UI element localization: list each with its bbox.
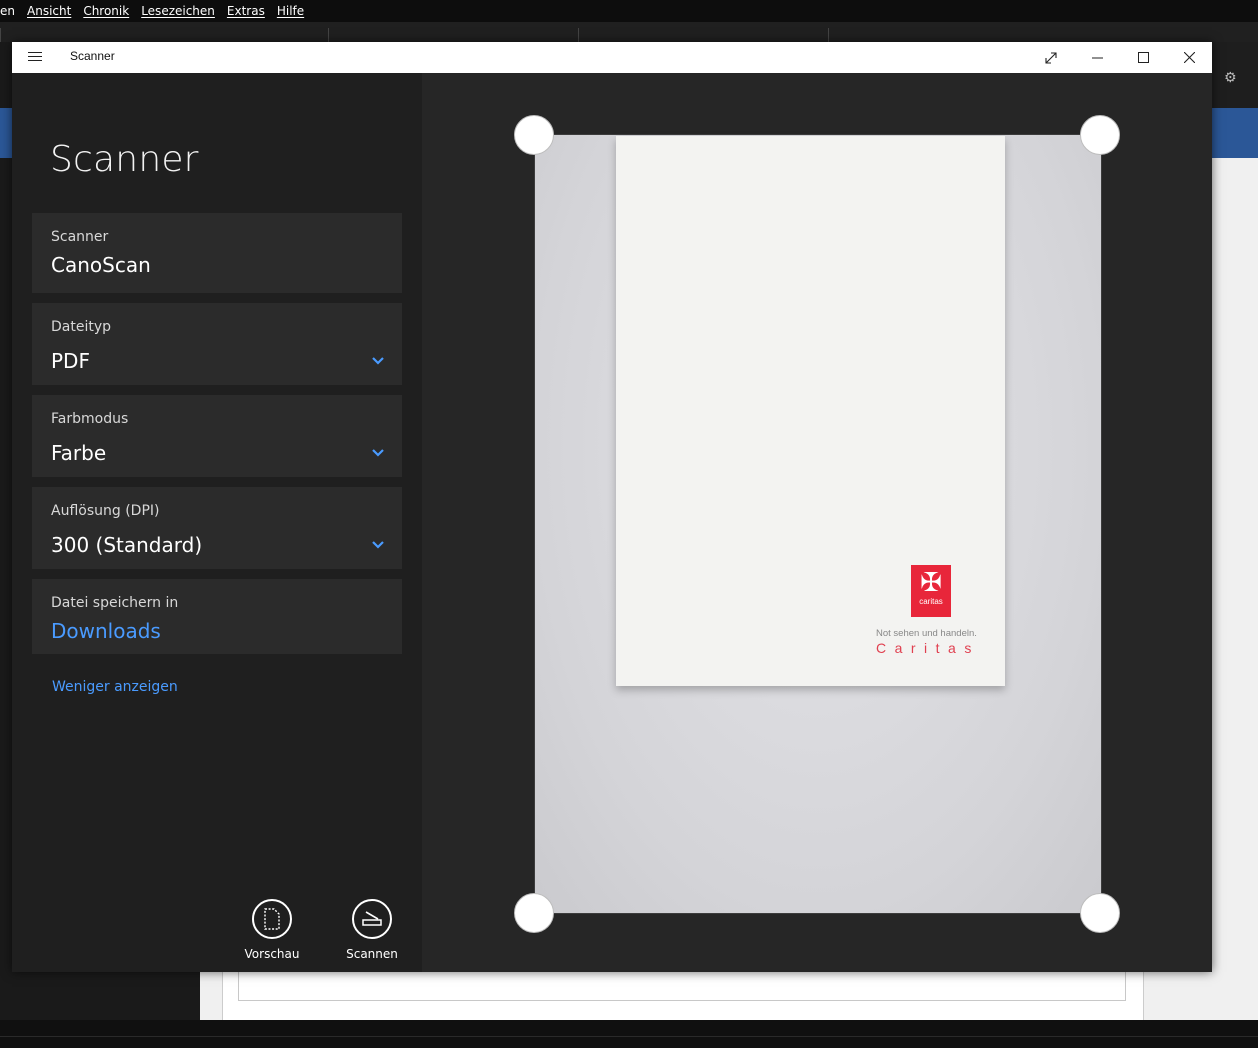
scanner-window: Scanner Scanner Scanner CanoScan Dateity… [12,42,1212,972]
resolution-value: 300 (Standard) [51,533,203,557]
caritas-logo: ✠ caritas [911,565,951,617]
resolution-label: Auflösung (DPI) [51,503,160,519]
browser-tab[interactable] [0,28,1,42]
scanner-label: Scanner [51,229,109,245]
scanned-document: ✠ caritas Not sehen und handeln. Caritas [616,136,1005,686]
document-tagline: Not sehen und handeln. [876,628,977,639]
scanner-selector[interactable]: Scanner CanoScan [32,213,402,293]
save-location: Datei speichern in Downloads [32,579,402,654]
taskbar [0,1020,1258,1048]
save-location-link[interactable]: Downloads [51,619,161,643]
scan-preview-area: ✠ caritas Not sehen und handeln. Caritas [422,73,1212,972]
scan-label: Scannen [346,947,398,961]
crop-handle-top-right[interactable] [1080,115,1120,155]
chevron-down-icon[interactable] [370,537,386,553]
crop-handle-bottom-right[interactable] [1080,893,1120,933]
crop-handle-top-left[interactable] [514,115,554,155]
flame-cross-icon: ✠ [920,568,942,598]
hamburger-menu-icon[interactable] [28,50,42,64]
minimize-button[interactable] [1074,42,1120,73]
document-brand-text: Caritas [876,640,980,656]
menu-item-lesezeichen[interactable]: Lesezeichen [141,4,215,18]
menu-item-ansicht[interactable]: Ansicht [27,4,71,18]
gear-icon[interactable]: ⚙ [1224,70,1240,86]
chevron-down-icon[interactable] [370,445,386,461]
title-bar: Scanner [12,42,1212,73]
expand-icon [1045,51,1057,64]
preview-label: Vorschau [244,947,300,961]
window-title: Scanner [70,49,115,63]
maximize-button[interactable] [1120,42,1166,73]
filetype-dropdown[interactable]: Dateityp PDF [32,303,402,385]
colormode-dropdown[interactable]: Farbmodus Farbe [32,395,402,477]
colormode-value: Farbe [51,441,107,465]
browser-tab[interactable] [578,28,579,42]
preview-button[interactable]: Vorschau [237,899,307,961]
maximize-icon [1137,52,1149,63]
preview-icon [252,899,292,939]
filetype-label: Dateityp [51,319,112,335]
menu-item-hilfe[interactable]: Hilfe [277,4,304,18]
save-location-label: Datei speichern in [51,595,179,611]
minimize-icon [1091,57,1103,59]
browser-tab[interactable] [828,28,829,42]
show-less-link[interactable]: Weniger anzeigen [52,679,178,695]
scanner-icon [352,899,392,939]
scan-preview-image: ✠ caritas Not sehen und handeln. Caritas [534,134,1102,914]
scanner-value: CanoScan [51,253,151,277]
browser-menubar: en Ansicht Chronik Lesezeichen Extras Hi… [0,0,1258,22]
browser-tab[interactable] [328,28,329,42]
menu-item-chronik[interactable]: Chronik [83,4,129,18]
fullscreen-button[interactable] [1028,42,1074,73]
settings-sidebar: Scanner Scanner CanoScan Dateityp PDF Fa… [12,73,422,972]
filetype-value: PDF [51,349,90,373]
browser-toolbar-fragment: ⚙ [1212,42,1258,108]
scan-button[interactable]: Scannen [337,899,407,961]
colormode-label: Farbmodus [51,411,129,427]
resolution-dropdown[interactable]: Auflösung (DPI) 300 (Standard) [32,487,402,569]
chevron-down-icon[interactable] [370,353,386,369]
browser-tabstrip [0,22,1258,42]
browser-textarea[interactable] [238,972,1126,1001]
page-title: Scanner [50,139,199,180]
menu-item-extras[interactable]: Extras [227,4,265,18]
close-icon [1183,52,1195,63]
menu-item-partial[interactable]: en [0,4,15,18]
logo-brand-text: caritas [919,597,943,606]
crop-handle-bottom-left[interactable] [514,893,554,933]
close-button[interactable] [1166,42,1212,73]
